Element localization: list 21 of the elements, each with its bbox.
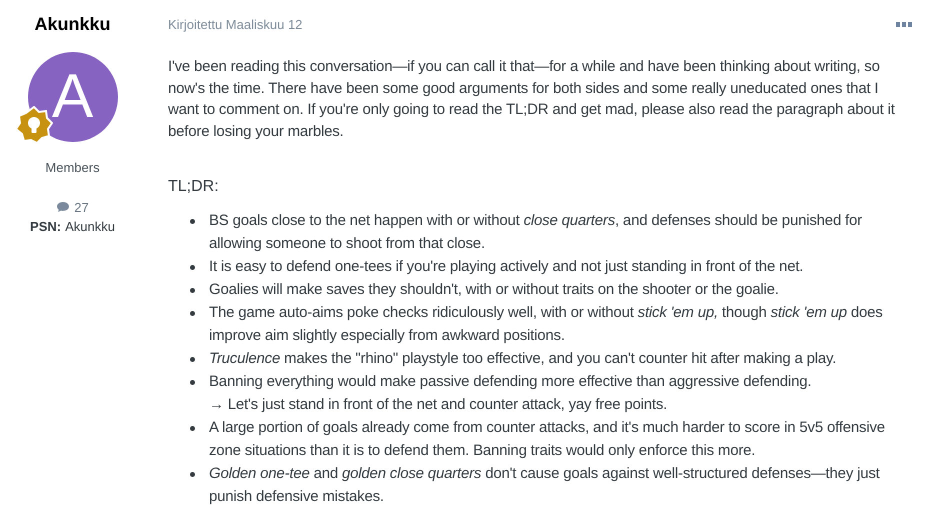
speech-bubble-icon bbox=[56, 201, 70, 214]
post-date[interactable]: Kirjoitettu Maaliskuu 12 bbox=[168, 13, 302, 36]
more-options-icon[interactable] bbox=[896, 22, 912, 28]
bullet-text: Banning everything would make passive defending more effective than aggressive defending. bbox=[209, 372, 812, 392]
bullet-text: BS goals close to the net happen with or without close quarters, and defenses should be punished for allowing someone to shoot from that close. bbox=[209, 211, 863, 254]
author-name[interactable]: Akunkku bbox=[34, 12, 111, 36]
tldr-heading: TL;DR: bbox=[168, 177, 220, 197]
psn-label: PSN: bbox=[30, 218, 62, 236]
intro-paragraph: I've been reading this conversation—if you can call it that—for a while and have been thinking about writing, so now's the time. There have been some good arguments for both sides and some really uneducated ones that I want to comment on. If you're only going to read the TL;DR and get mad, please also read the paragraph about it before losing your marbles. bbox=[168, 57, 896, 142]
bullet-text: A large portion of goals already come from counter attacks, and it's much harder to score in 5v5 offensive zone situations than it is to defend them. Banning traits would only enforce this more. bbox=[209, 418, 886, 461]
badge-icon bbox=[14, 106, 52, 144]
member-group: Members bbox=[45, 158, 100, 178]
bullet-text: The game auto-aims poke checks ridiculously well, with or without stick 'em up, though stick 'em up does improve aim slightly especially from awkward positions. bbox=[209, 303, 884, 346]
post-count: 27 bbox=[74, 198, 89, 216]
bullet-note: → Let's just stand in front of the net and counter attack, yay free points. bbox=[209, 395, 668, 415]
bullet-text: It is easy to defend one-tees if you're playing actively and not just standing in front of the net. bbox=[209, 257, 804, 277]
bullet-text: Golden one-tee and golden close quarters don't cause goals against well-structured defenses—they just punish defensive mistakes. bbox=[209, 464, 881, 507]
psn-value: Akunkku bbox=[65, 218, 115, 236]
bullet-text: Goalies will make saves they shouldn't, with or without traits on the shooter or the goalie. bbox=[209, 280, 779, 300]
avatar[interactable]: A bbox=[28, 52, 118, 142]
bullet-text: Truculence makes the "rhino" playstyle too effective, and you can't counter hit after making a play. bbox=[209, 349, 836, 369]
